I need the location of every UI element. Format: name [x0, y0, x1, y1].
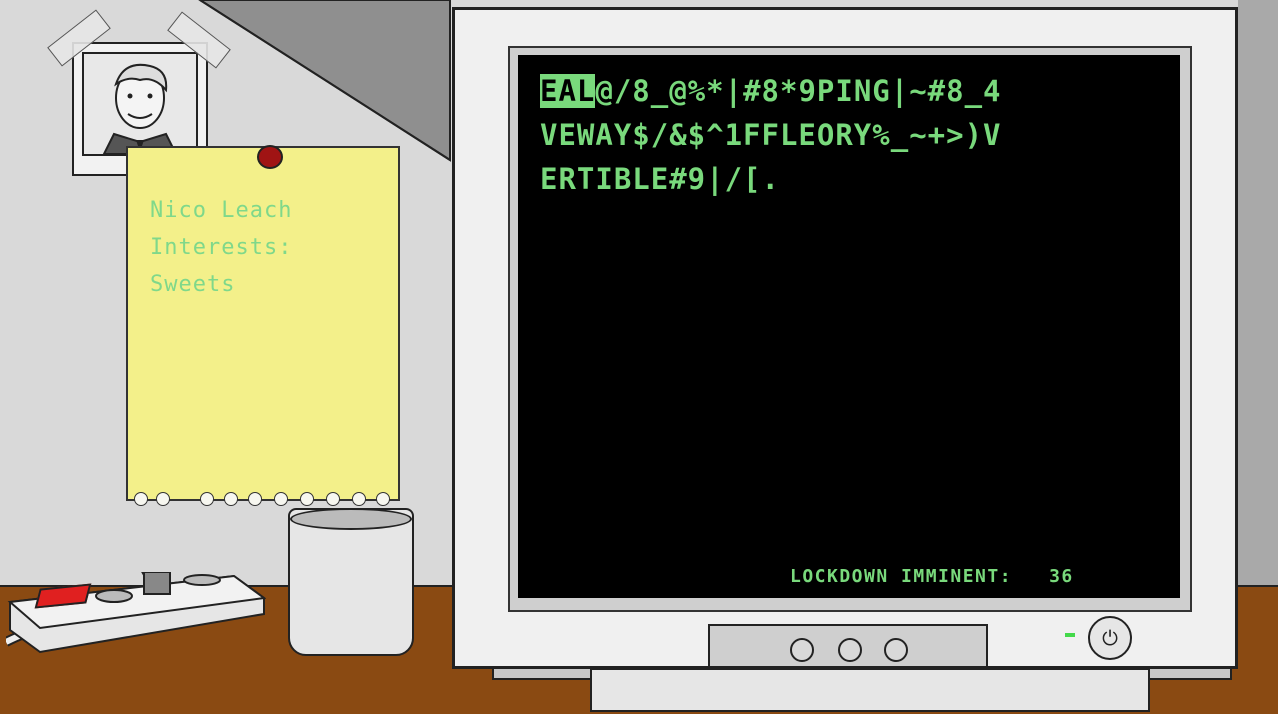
- power-button[interactable]: ⏻: [1088, 616, 1132, 660]
- terminal-line-2: VEWAY$/&$^1FFLEORY%_~+>)V: [540, 118, 1002, 152]
- pushpin-icon: [257, 145, 283, 169]
- power-led: [1065, 633, 1075, 637]
- monitor-knob-1[interactable]: [790, 638, 814, 662]
- terminal-cursor: EAL: [540, 74, 596, 108]
- note-name: Nico Leach: [150, 198, 293, 223]
- note-interest: Sweets: [150, 272, 236, 297]
- photo-frame: [82, 52, 198, 156]
- coffee-mug[interactable]: [288, 508, 414, 656]
- sticky-note[interactable]: Nico Leach Interests: Sweets: [126, 146, 400, 501]
- power-icon: ⏻: [1102, 626, 1118, 650]
- monitor-stand: [590, 668, 1150, 712]
- note-perforation: [126, 488, 400, 510]
- portrait-sketch: [102, 63, 178, 155]
- terminal-line-3: ERTIBLE#9|/[.: [540, 162, 780, 196]
- monitor-knob-2[interactable]: [838, 638, 862, 662]
- lockdown-timer: LOCKDOWN IMMINENT: 36: [790, 566, 1074, 587]
- note-interests-label: Interests:: [150, 235, 293, 260]
- monitor-knob-3[interactable]: [884, 638, 908, 662]
- terminal-line-1-text: @/8_@%*|#8*9PING|~#8_4: [595, 74, 1002, 108]
- terminal-line-1: EAL@/8_@%*|#8*9PING|~#8_4: [540, 74, 1002, 108]
- lockdown-count: 36: [1049, 566, 1074, 587]
- power-strip: [6, 572, 266, 654]
- lockdown-label: LOCKDOWN IMMINENT:: [790, 566, 1013, 587]
- mug-rim: [290, 508, 412, 530]
